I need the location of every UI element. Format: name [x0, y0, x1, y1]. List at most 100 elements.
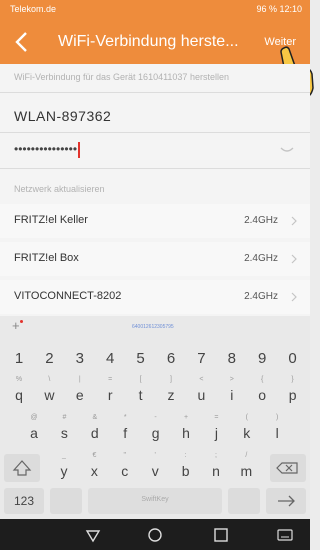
enter-key[interactable]: [266, 488, 306, 514]
back-nav-icon[interactable]: [84, 526, 102, 544]
key-8[interactable]: 8: [218, 344, 246, 374]
navigation-bar: [0, 519, 310, 550]
network-row[interactable]: FRITZ!el Keller 2.4GHz: [0, 204, 310, 238]
key-secondary-label: -: [154, 414, 157, 421]
period-key[interactable]: [228, 488, 260, 514]
suggestion-text[interactable]: 640012612305795: [132, 324, 174, 330]
recent-apps-icon[interactable]: [212, 526, 230, 544]
key-label: k: [243, 425, 251, 441]
show-password-icon[interactable]: [280, 146, 294, 154]
key-secondary-label: ": [123, 452, 127, 459]
key-7[interactable]: 7: [187, 344, 215, 374]
back-arrow-icon[interactable]: [10, 28, 36, 56]
key-b[interactable]: :b: [172, 452, 200, 482]
key-y[interactable]: _ y: [50, 452, 78, 482]
key-4[interactable]: 4: [96, 344, 124, 374]
key-secondary-label: %: [15, 376, 23, 383]
key-w[interactable]: \ w: [35, 376, 63, 406]
key-l[interactable]: ) l: [263, 414, 291, 444]
network-band: 2.4GHz: [244, 215, 278, 226]
ssid-field[interactable]: WLAN-897362: [14, 108, 111, 124]
key-label: o: [258, 387, 267, 403]
key-g[interactable]: -g: [142, 414, 170, 444]
key-secondary-label: ]: [170, 376, 172, 383]
key-secondary-label: ;: [215, 452, 217, 459]
key-c[interactable]: " c: [111, 452, 139, 482]
network-band: 2.4GHz: [244, 253, 278, 264]
key-s[interactable]: # s: [50, 414, 78, 444]
key-label: y: [60, 463, 68, 479]
key-1[interactable]: 1: [5, 344, 33, 374]
shift-key[interactable]: [4, 454, 40, 482]
key-6[interactable]: 6: [157, 344, 185, 374]
key-o[interactable]: {o: [248, 376, 276, 406]
network-row[interactable]: VITOCONNECT-8202 2.4GHz: [0, 280, 310, 314]
key-f[interactable]: * f: [111, 414, 139, 444]
backspace-icon: [276, 462, 298, 474]
key-label: s: [60, 425, 68, 441]
network-name: VITOCONNECT-8202: [14, 290, 122, 302]
enter-icon: [278, 495, 295, 507]
key-label: w: [44, 387, 55, 403]
key-k[interactable]: (k: [233, 414, 261, 444]
network-row[interactable]: FRITZ!el Box 2.4GHz: [0, 242, 310, 276]
key-secondary-label: #: [62, 414, 67, 421]
key-label: 0: [288, 350, 297, 367]
comma-key[interactable]: [50, 488, 82, 514]
key-secondary-label: =: [214, 414, 219, 421]
key-label: a: [30, 425, 38, 441]
space-brand-label: SwiftKey: [141, 496, 169, 503]
page-title: WiFi-Verbindung herste...: [58, 33, 239, 50]
divider: [0, 132, 310, 133]
keyboard-hide-icon[interactable]: [276, 526, 294, 544]
key-9[interactable]: 9: [248, 344, 276, 374]
backspace-key[interactable]: [270, 454, 306, 482]
key-x[interactable]: € x: [80, 452, 108, 482]
instruction-text: WiFi-Verbindung für das Gerät 1610411037…: [14, 72, 229, 82]
status-bar: Telekom.de 96 % 12:10: [0, 0, 310, 20]
key-n[interactable]: ; n: [202, 452, 230, 482]
key-2[interactable]: 2: [35, 344, 63, 374]
key-i[interactable]: > i: [218, 376, 246, 406]
status-right: 96 % 12:10: [256, 4, 302, 14]
password-field[interactable]: •••••••••••••••: [14, 142, 80, 158]
key-m[interactable]: / m: [232, 452, 260, 482]
numbers-toggle-key[interactable]: 123: [4, 488, 44, 514]
key-secondary-label: {: [261, 376, 264, 383]
key-secondary-label: }: [291, 376, 294, 383]
space-key[interactable]: SwiftKey: [88, 488, 222, 514]
key-r[interactable]: = r: [96, 376, 124, 406]
key-3[interactable]: 3: [66, 344, 94, 374]
key-z[interactable]: ] z: [157, 376, 185, 406]
key-label: u: [197, 387, 206, 403]
divider: [0, 92, 310, 93]
toolbar-plus-icon[interactable]: +: [12, 318, 20, 333]
app-bar: WiFi-Verbindung herste... Weiter: [0, 20, 310, 64]
key-label: 4: [106, 350, 115, 367]
key-secondary-label: <: [199, 376, 204, 383]
key-q[interactable]: % q: [5, 376, 33, 406]
key-5[interactable]: 5: [127, 344, 155, 374]
key-label: 5: [136, 350, 145, 367]
key-p[interactable]: } p: [279, 376, 307, 406]
key-0[interactable]: 0: [279, 344, 307, 374]
key-t[interactable]: [t: [127, 376, 155, 406]
notification-dot: [20, 320, 23, 323]
key-u[interactable]: < u: [187, 376, 215, 406]
key-secondary-label: ': [154, 452, 156, 459]
key-d[interactable]: & d: [81, 414, 109, 444]
network-band: 2.4GHz: [244, 291, 278, 302]
key-v[interactable]: ' v: [141, 452, 169, 482]
home-nav-icon[interactable]: [146, 526, 164, 544]
text-cursor: [78, 142, 80, 158]
key-label: r: [107, 387, 113, 403]
key-label: f: [123, 425, 128, 441]
refresh-network-link[interactable]: Netzwerk aktualisieren: [14, 184, 105, 194]
key-j[interactable]: = j: [202, 414, 230, 444]
key-e[interactable]: | e: [66, 376, 94, 406]
key-a[interactable]: @ a: [20, 414, 48, 444]
key-secondary-label: \: [48, 376, 51, 383]
key-label: n: [212, 463, 220, 479]
key-label: 9: [258, 350, 267, 367]
key-h[interactable]: + h: [172, 414, 200, 444]
